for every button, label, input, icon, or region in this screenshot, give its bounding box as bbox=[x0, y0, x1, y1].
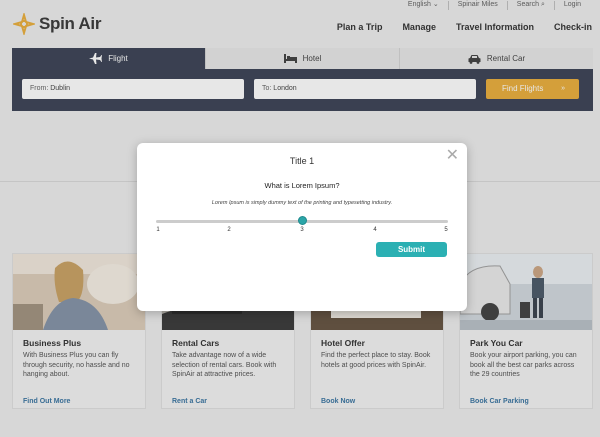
scale-label: 2 bbox=[227, 227, 231, 233]
slider-scale: 1 2 3 4 5 bbox=[156, 227, 448, 237]
scale-label: 1 bbox=[156, 227, 160, 233]
scale-label: 5 bbox=[444, 227, 448, 233]
rating-slider[interactable] bbox=[156, 216, 448, 226]
modal-help-text: Lorem Ipsum is simply dummy text of the … bbox=[211, 200, 393, 206]
rating-modal: ✕ Title 1 What is Lorem Ipsum? Lorem Ips… bbox=[137, 143, 467, 311]
submit-button[interactable]: Submit bbox=[376, 242, 447, 257]
scale-label: 4 bbox=[373, 227, 377, 233]
modal-question: What is Lorem Ipsum? bbox=[264, 181, 340, 190]
scale-label: 3 bbox=[300, 227, 304, 233]
slider-thumb[interactable] bbox=[297, 216, 307, 225]
modal-title: Title 1 bbox=[289, 156, 315, 166]
